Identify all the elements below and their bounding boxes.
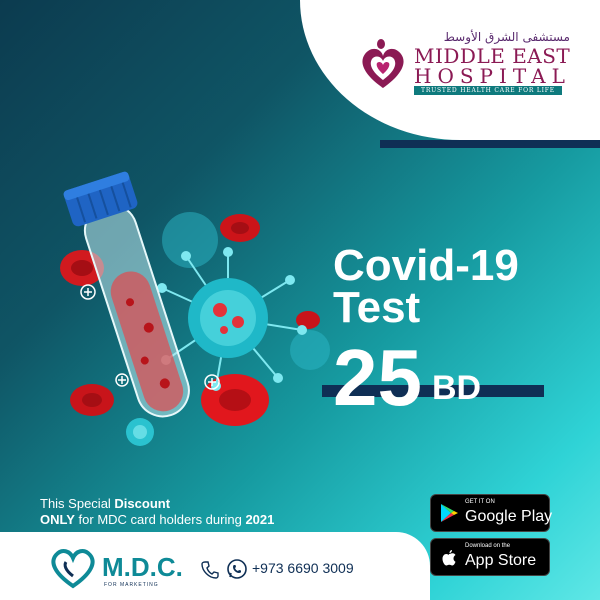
- google-play-icon: [441, 504, 458, 522]
- test-title-line2: Test: [333, 283, 421, 332]
- offer-line1: This Special Discount: [40, 496, 274, 512]
- hospital-name-line2: HOSPITAL: [414, 64, 571, 88]
- google-play-label: Google Play: [465, 508, 553, 525]
- price-amount: 25: [333, 333, 422, 422]
- google-play-small-label: GET IT ON: [465, 499, 495, 505]
- test-title: Covid-19 Test: [333, 241, 519, 332]
- offer-line2: ONLY for MDC card holders during 2021: [40, 512, 274, 528]
- offer-only-word: ONLY: [40, 512, 75, 527]
- offer-text: This Special Discount ONLY for MDC card …: [40, 496, 274, 528]
- google-play-button[interactable]: GET IT ON Google Play: [430, 494, 553, 532]
- hospital-tagline: TRUSTED HEALTH CARE FOR LIFE: [414, 86, 562, 95]
- offer-text-part: for MDC card holders during: [74, 512, 246, 527]
- covid-illustration: [60, 171, 330, 446]
- promo-poster: مستشفى الشرق الأوسط MIDDLE EAST HOSPITAL…: [0, 0, 600, 600]
- offer-text-part: This Special: [40, 496, 115, 511]
- apple-icon: [442, 550, 456, 566]
- app-store-label: App Store: [465, 552, 537, 569]
- mdc-brand-name: M.D.C.: [102, 552, 183, 582]
- app-store-button[interactable]: Download on the App Store: [430, 538, 550, 576]
- hospital-heart-logo-icon: [362, 39, 404, 88]
- mdc-brand-subtitle: FOR MARKETING: [104, 582, 159, 588]
- phone-number[interactable]: +973 6690 3009: [252, 560, 354, 576]
- hospital-arabic-name: مستشفى الشرق الأوسط: [443, 30, 570, 44]
- small-virus-icon: [126, 418, 154, 446]
- mdc-heart-logo-icon: [51, 549, 95, 589]
- whatsapp-icon: [227, 559, 247, 579]
- price-currency: BD: [432, 369, 482, 407]
- test-title-line1: Covid-19: [333, 241, 519, 290]
- app-store-small-label: Download on the: [465, 543, 511, 549]
- offer-year: 2021: [245, 512, 275, 527]
- offer-discount-word: Discount: [114, 496, 171, 511]
- navy-band: [380, 140, 600, 148]
- phone-icon: [201, 561, 219, 579]
